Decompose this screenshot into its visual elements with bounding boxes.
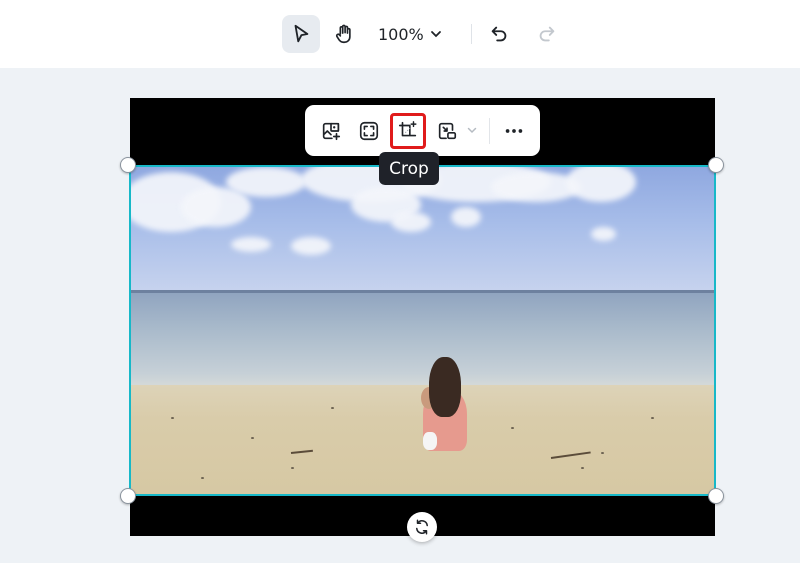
crop-tooltip: Crop xyxy=(379,152,439,185)
sand-speck xyxy=(201,477,204,479)
crop-button[interactable] xyxy=(390,113,426,149)
sand-speck xyxy=(171,417,174,419)
undo-icon xyxy=(491,26,507,42)
sand-speck xyxy=(511,427,514,429)
chevron-down-icon[interactable] xyxy=(466,124,478,136)
more-horizontal-icon xyxy=(505,129,523,133)
crop-icon xyxy=(398,121,417,137)
selected-image[interactable] xyxy=(129,165,716,496)
resize-handle-top-right[interactable] xyxy=(708,157,724,173)
person-shorts xyxy=(423,432,437,450)
rotate-icon xyxy=(416,519,428,535)
hand-pan-icon xyxy=(335,24,351,44)
cursor-arrow-icon xyxy=(294,24,309,43)
sand-speck xyxy=(291,467,294,469)
sand-speck xyxy=(601,452,604,454)
image-plus-icon xyxy=(322,122,341,141)
context-toolbar-divider xyxy=(489,118,490,144)
more-options-button[interactable] xyxy=(499,116,529,146)
chevron-down-icon xyxy=(430,31,441,38)
undo-button[interactable] xyxy=(480,15,518,53)
zoom-level-value: 100% xyxy=(378,24,424,44)
person-hair xyxy=(429,357,461,417)
cloud xyxy=(391,212,431,232)
select-tool-button[interactable] xyxy=(282,15,320,53)
redo-button[interactable] xyxy=(528,15,566,53)
replace-image-button[interactable] xyxy=(316,116,346,146)
sand-speck xyxy=(331,407,334,409)
hand-tool-button[interactable] xyxy=(325,15,363,53)
image-horizon xyxy=(131,290,714,293)
picture-in-picture-button[interactable] xyxy=(432,116,462,146)
sand-speck xyxy=(251,437,254,439)
cloud xyxy=(591,227,616,241)
toolbar-divider xyxy=(471,24,472,44)
cloud xyxy=(291,237,331,255)
pip-icon xyxy=(438,122,457,140)
rotate-handle[interactable] xyxy=(407,512,437,542)
sand-speck xyxy=(651,417,654,419)
cloud xyxy=(231,237,271,252)
image-sea xyxy=(131,290,714,388)
resize-handle-bottom-left[interactable] xyxy=(120,488,136,504)
fit-frame-button[interactable] xyxy=(354,116,384,146)
resize-handle-bottom-right[interactable] xyxy=(708,488,724,504)
redo-icon xyxy=(539,26,555,42)
sand-speck xyxy=(581,467,584,469)
resize-handle-top-left[interactable] xyxy=(120,157,136,173)
fullscreen-corners-icon xyxy=(359,121,379,141)
cloud xyxy=(451,207,481,227)
top-toolbar: 100% xyxy=(0,0,800,68)
zoom-level-dropdown[interactable]: 100% xyxy=(378,20,442,48)
cloud xyxy=(226,167,306,197)
